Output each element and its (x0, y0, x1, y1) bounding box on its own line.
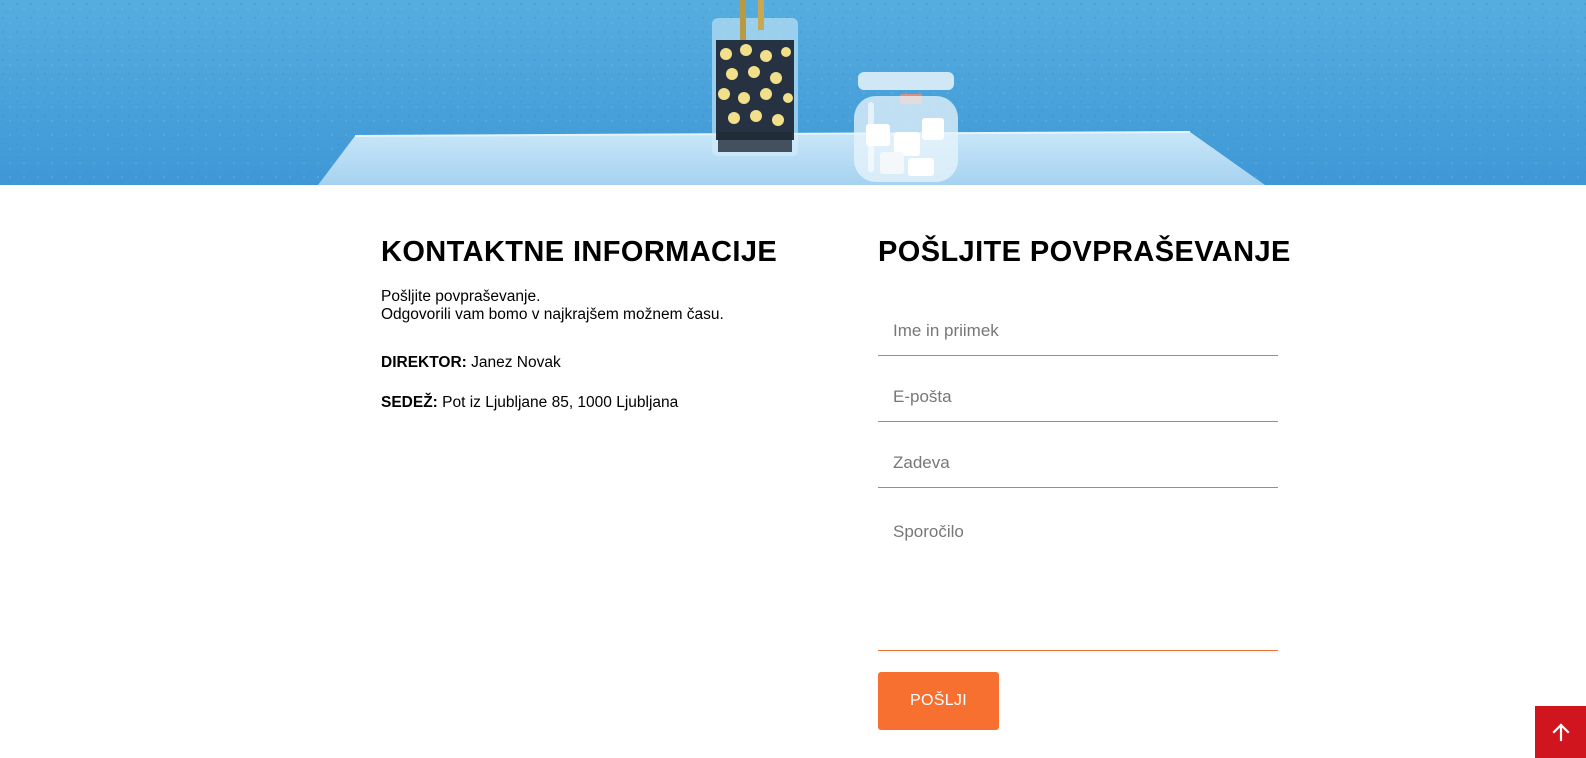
director-label: DIREKTOR: (381, 354, 467, 371)
intro-line-2: Odgovorili vam bomo v najkrajšem možnem … (381, 306, 724, 323)
inquiry-form: POŠLJI (878, 290, 1278, 730)
sugar-jar (854, 72, 958, 182)
contact-heading: KONTAKTNE INFORMACIJE (381, 236, 778, 268)
message-textarea[interactable] (878, 488, 1278, 651)
name-input[interactable] (878, 290, 1278, 356)
arrow-up-icon (1551, 723, 1570, 742)
intro-line-1: Pošljite povpraševanje. (381, 288, 541, 305)
director-value: Janez Novak (466, 354, 561, 371)
contact-intro: Pošljite povpraševanje. Odgovorili vam b… (381, 288, 821, 324)
director-line: DIREKTOR: Janez Novak (381, 354, 821, 372)
hero-photo (0, 0, 1586, 185)
flower-glass (712, 0, 798, 156)
seat-line: SEDEŽ: Pot iz Ljubljane 85, 1000 Ljublja… (381, 394, 821, 412)
seat-value: Pot iz Ljubljane 85, 1000 Ljubljana (437, 394, 679, 411)
email-input[interactable] (878, 356, 1278, 422)
hero-image (0, 0, 1586, 185)
contact-info-section: KONTAKTNE INFORMACIJE Pošljite povprašev… (381, 236, 821, 412)
submit-button[interactable]: POŠLJI (878, 672, 999, 730)
subject-input[interactable] (878, 422, 1278, 488)
form-heading: POŠLJITE POVPRAŠEVANJE (878, 236, 1291, 268)
seat-label: SEDEŽ: (381, 394, 438, 411)
back-to-top-button[interactable] (1535, 706, 1586, 758)
inquiry-form-section: POŠLJITE POVPRAŠEVANJE POŠLJI (878, 236, 1291, 730)
